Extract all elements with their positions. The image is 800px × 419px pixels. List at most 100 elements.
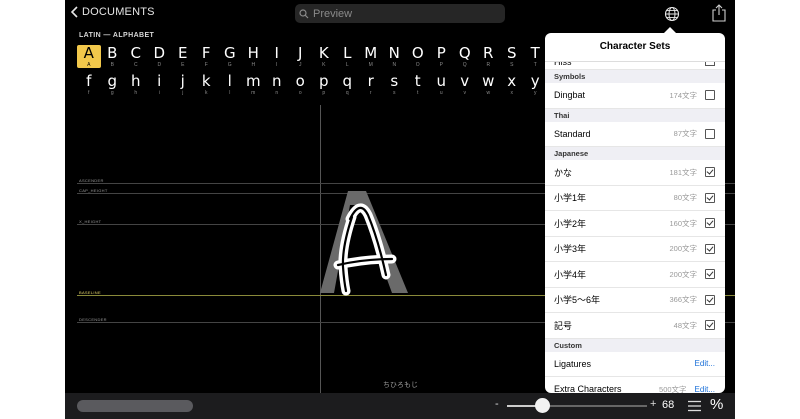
- glyph-label: y: [534, 90, 537, 96]
- search-placeholder: Preview: [313, 7, 353, 20]
- glyph-cell[interactable]: ff: [77, 73, 101, 97]
- glyph-label: T: [533, 62, 537, 68]
- character-set-item[interactable]: Standard 87文字: [545, 122, 725, 147]
- group-header: Symbols: [545, 70, 725, 83]
- glyph-cell[interactable]: pp: [312, 73, 336, 97]
- share-icon[interactable]: [711, 4, 727, 22]
- glyph-cell[interactable]: PP: [430, 45, 454, 69]
- glyph-char: Q: [458, 44, 471, 62]
- glyph-char: J: [298, 44, 303, 62]
- glyph-cell[interactable]: ss: [383, 73, 407, 97]
- checkbox[interactable]: [705, 167, 715, 178]
- character-set-item[interactable]: 小学5〜6年 366文字: [545, 288, 725, 313]
- glyph-label: G: [227, 62, 232, 68]
- checkbox[interactable]: [705, 320, 715, 331]
- character-set-name: 小学5〜6年: [554, 295, 601, 306]
- glyph-cell[interactable]: CC: [124, 45, 148, 69]
- checkbox[interactable]: [705, 90, 715, 101]
- glyph-cell[interactable]: TT: [524, 45, 548, 69]
- glyph-cell[interactable]: NN: [383, 45, 407, 69]
- glyph-label: m: [251, 90, 256, 96]
- group-header: Custom: [545, 338, 725, 352]
- zoom-slider-knob[interactable]: [534, 398, 550, 413]
- glyph-cell[interactable]: gg: [101, 73, 125, 97]
- glyph-cell[interactable]: ll: [218, 73, 242, 97]
- percent-button[interactable]: %: [710, 396, 723, 413]
- glyph-cell[interactable]: qq: [336, 73, 360, 97]
- glyph-cell[interactable]: vv: [453, 73, 477, 97]
- character-set-name: 小学3年: [554, 244, 587, 255]
- glyph-cell[interactable]: uu: [430, 73, 454, 97]
- glyph-label: O: [415, 62, 420, 68]
- glyph-cell[interactable]: DD: [148, 45, 172, 69]
- character-set-item[interactable]: 小学1年 80文字: [545, 186, 725, 211]
- glyph-cell[interactable]: ii: [148, 73, 172, 97]
- zoom-slider[interactable]: [507, 405, 647, 407]
- checkbox[interactable]: [705, 192, 715, 203]
- glyph-char: G: [223, 44, 236, 62]
- checkbox[interactable]: [705, 269, 715, 280]
- glyph-cell[interactable]: JJ: [289, 44, 313, 69]
- globe-icon[interactable]: [664, 6, 680, 22]
- glyph-cell[interactable]: EE: [171, 45, 195, 69]
- character-set-item[interactable]: かな 181文字: [545, 160, 725, 186]
- glyph-cell[interactable]: jj: [171, 73, 195, 97]
- checkbox[interactable]: [705, 243, 715, 254]
- glyph-cell[interactable]: yy: [524, 73, 548, 97]
- glyph-label: k: [205, 90, 208, 96]
- glyph-cell[interactable]: HH: [242, 45, 266, 69]
- glyph-cell[interactable]: SS: [500, 45, 524, 69]
- glyph-cell[interactable]: BB: [101, 45, 125, 69]
- edit-link[interactable]: Edit...: [695, 385, 715, 393]
- character-count: 174文字: [669, 90, 697, 100]
- checkbox[interactable]: [705, 218, 715, 229]
- glyph-cell[interactable]: RR: [477, 45, 501, 69]
- glyph-cell[interactable]: OO: [406, 45, 430, 69]
- glyph-cell[interactable]: mm: [242, 73, 266, 97]
- character-set-item[interactable]: 記号 48文字: [545, 313, 725, 339]
- character-set-item[interactable]: Dingbat 174文字: [545, 83, 725, 109]
- glyph-cell[interactable]: rr: [359, 73, 383, 97]
- right-margin: [735, 0, 800, 419]
- guide-label-descender: DESCENDER: [79, 317, 107, 322]
- glyph-cell[interactable]: II: [265, 45, 289, 69]
- glyph-label: w: [486, 90, 491, 96]
- character-count: 181文字: [669, 167, 697, 177]
- popover-title: Character Sets: [545, 33, 725, 62]
- checkbox[interactable]: [705, 294, 715, 305]
- glyph-label: Q: [462, 62, 467, 68]
- glyph-cell[interactable]: hh: [124, 73, 148, 97]
- menu-icon[interactable]: [688, 400, 701, 412]
- character-set-item[interactable]: Extra Characters 500文字 Edit...: [545, 377, 725, 393]
- zoom-in-label: +: [650, 398, 657, 410]
- glyph-cell[interactable]: QQ: [453, 44, 477, 69]
- edit-link[interactable]: Edit...: [695, 359, 715, 368]
- glyph-cell[interactable]: GG: [218, 44, 242, 69]
- glyph-cell[interactable]: xx: [500, 73, 524, 97]
- character-set-item-partial[interactable]: Hiss: [545, 62, 725, 70]
- glyph-cell[interactable]: KK: [312, 45, 336, 69]
- glyph-cell[interactable]: oo: [289, 73, 313, 97]
- glyph-label: B: [110, 62, 114, 68]
- character-set-item[interactable]: 小学4年 200文字: [545, 262, 725, 288]
- glyph-cell[interactable]: kk: [195, 73, 219, 97]
- character-set-item[interactable]: 小学2年 160文字: [545, 211, 725, 237]
- character-set-item[interactable]: Ligatures Edit...: [545, 352, 725, 377]
- glyph-cell[interactable]: tt: [406, 73, 430, 97]
- glyph-label: P: [439, 62, 443, 68]
- character-count: 87文字: [673, 129, 697, 139]
- glyph-label: L: [345, 62, 349, 68]
- glyph-cell[interactable]: LL: [336, 45, 360, 69]
- checkbox[interactable]: [705, 62, 715, 66]
- character-set-item[interactable]: 小学3年 200文字: [545, 237, 725, 262]
- font-name-field[interactable]: [77, 400, 193, 412]
- back-button[interactable]: DOCUMENTS: [71, 6, 155, 18]
- checkbox[interactable]: [705, 128, 715, 139]
- search-input[interactable]: Preview: [295, 4, 505, 23]
- glyph-cell[interactable]: FF: [195, 45, 219, 69]
- glyph-cell[interactable]: MM: [359, 45, 383, 69]
- glyph-cell[interactable]: ww: [477, 73, 501, 97]
- group-header: Thai: [545, 108, 725, 122]
- glyph-cell[interactable]: AA: [77, 45, 101, 68]
- glyph-cell[interactable]: nn: [265, 73, 289, 97]
